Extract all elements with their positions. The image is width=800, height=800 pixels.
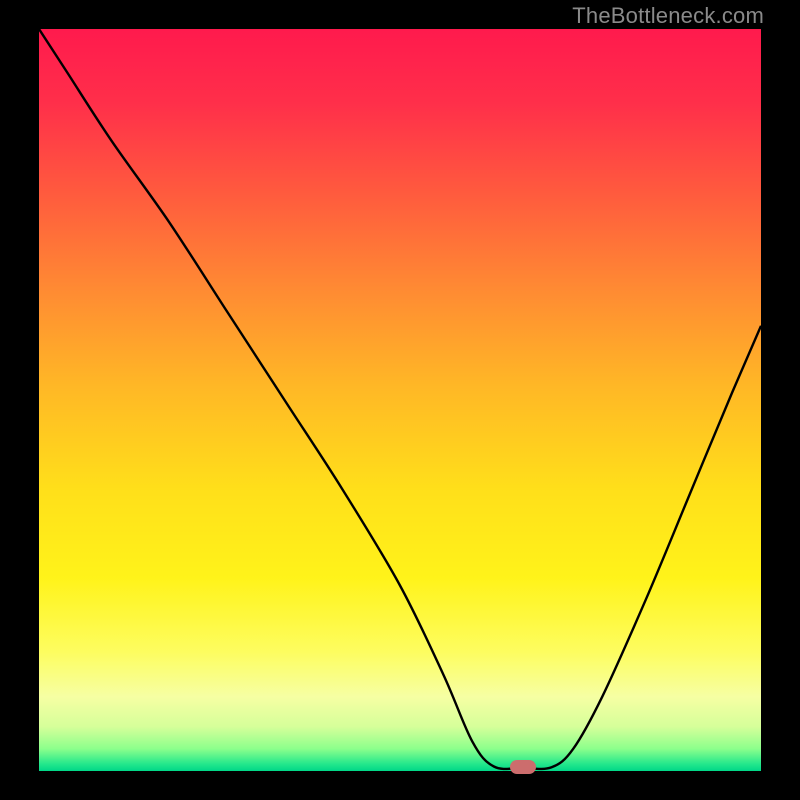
optimal-point-marker <box>510 760 536 774</box>
bottleneck-curve <box>39 29 761 771</box>
watermark-text: TheBottleneck.com <box>572 3 764 29</box>
chart-frame: TheBottleneck.com <box>0 0 800 800</box>
